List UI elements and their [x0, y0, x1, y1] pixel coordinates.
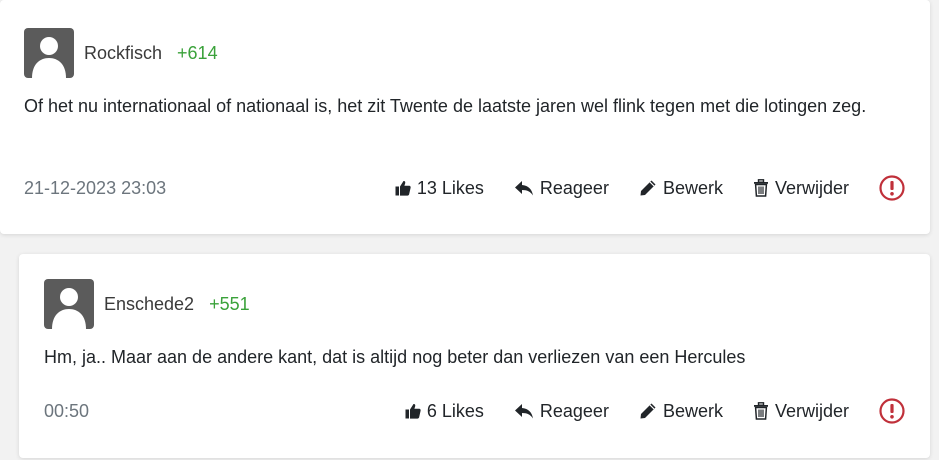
reply-arrow-icon — [514, 404, 533, 419]
reply-label: Reageer — [539, 177, 609, 198]
delete-label: Verwijder — [774, 400, 849, 421]
comment-header: Rockfisch +614 — [24, 28, 218, 78]
comment-text: Hm, ja.. Maar aan de andere kant, dat is… — [44, 347, 746, 367]
pencil-icon — [640, 180, 656, 196]
reply-button[interactable]: Reageer — [514, 178, 609, 199]
user-silhouette-icon — [32, 37, 66, 78]
report-button[interactable] — [879, 398, 905, 424]
edit-label: Bewerk — [662, 177, 723, 198]
comment-text: Of het nu internationaal of nationaal is… — [24, 96, 867, 116]
user-silhouette-icon — [52, 288, 86, 329]
delete-button[interactable]: Verwijder — [753, 401, 849, 422]
pencil-icon — [640, 403, 656, 419]
like-button[interactable]: 6 Likes — [405, 401, 484, 422]
like-count: 13 Likes — [416, 177, 484, 198]
avatar[interactable] — [24, 28, 74, 78]
report-button[interactable] — [879, 175, 905, 201]
comment-card: Rockfisch +614 Of het nu internationaal … — [0, 0, 930, 234]
username[interactable]: Enschede2 — [104, 294, 194, 315]
karma-score: +551 — [209, 293, 250, 314]
like-count: 6 Likes — [426, 400, 484, 421]
karma-score: +614 — [177, 42, 218, 63]
delete-button[interactable]: Verwijder — [753, 178, 849, 199]
edit-label: Bewerk — [662, 400, 723, 421]
report-exclamation-icon — [879, 398, 905, 424]
reply-label: Reageer — [539, 400, 609, 421]
trash-icon — [753, 179, 768, 197]
report-exclamation-icon — [879, 175, 905, 201]
comment-card: Enschede2 +551 Hm, ja.. Maar aan de ande… — [19, 254, 930, 458]
thumbs-up-icon — [405, 403, 421, 419]
thumbs-up-icon — [395, 180, 411, 196]
reply-arrow-icon — [514, 181, 533, 196]
username[interactable]: Rockfisch — [84, 43, 162, 64]
avatar[interactable] — [44, 279, 94, 329]
comment-header: Enschede2 +551 — [44, 279, 250, 329]
like-button[interactable]: 13 Likes — [395, 178, 484, 199]
comment-timestamp: 21-12-2023 23:03 — [24, 178, 167, 198]
edit-button[interactable]: Bewerk — [639, 178, 723, 199]
reply-button[interactable]: Reageer — [514, 401, 609, 422]
comment-actions: 13 Likes Reageer Bewerk Verwijder — [395, 175, 905, 201]
comment-actions: 6 Likes Reageer Bewerk Verwijder — [405, 398, 905, 424]
comment-timestamp: 00:50 — [44, 401, 90, 421]
delete-label: Verwijder — [774, 177, 849, 198]
trash-icon — [753, 402, 768, 420]
edit-button[interactable]: Bewerk — [639, 401, 723, 422]
